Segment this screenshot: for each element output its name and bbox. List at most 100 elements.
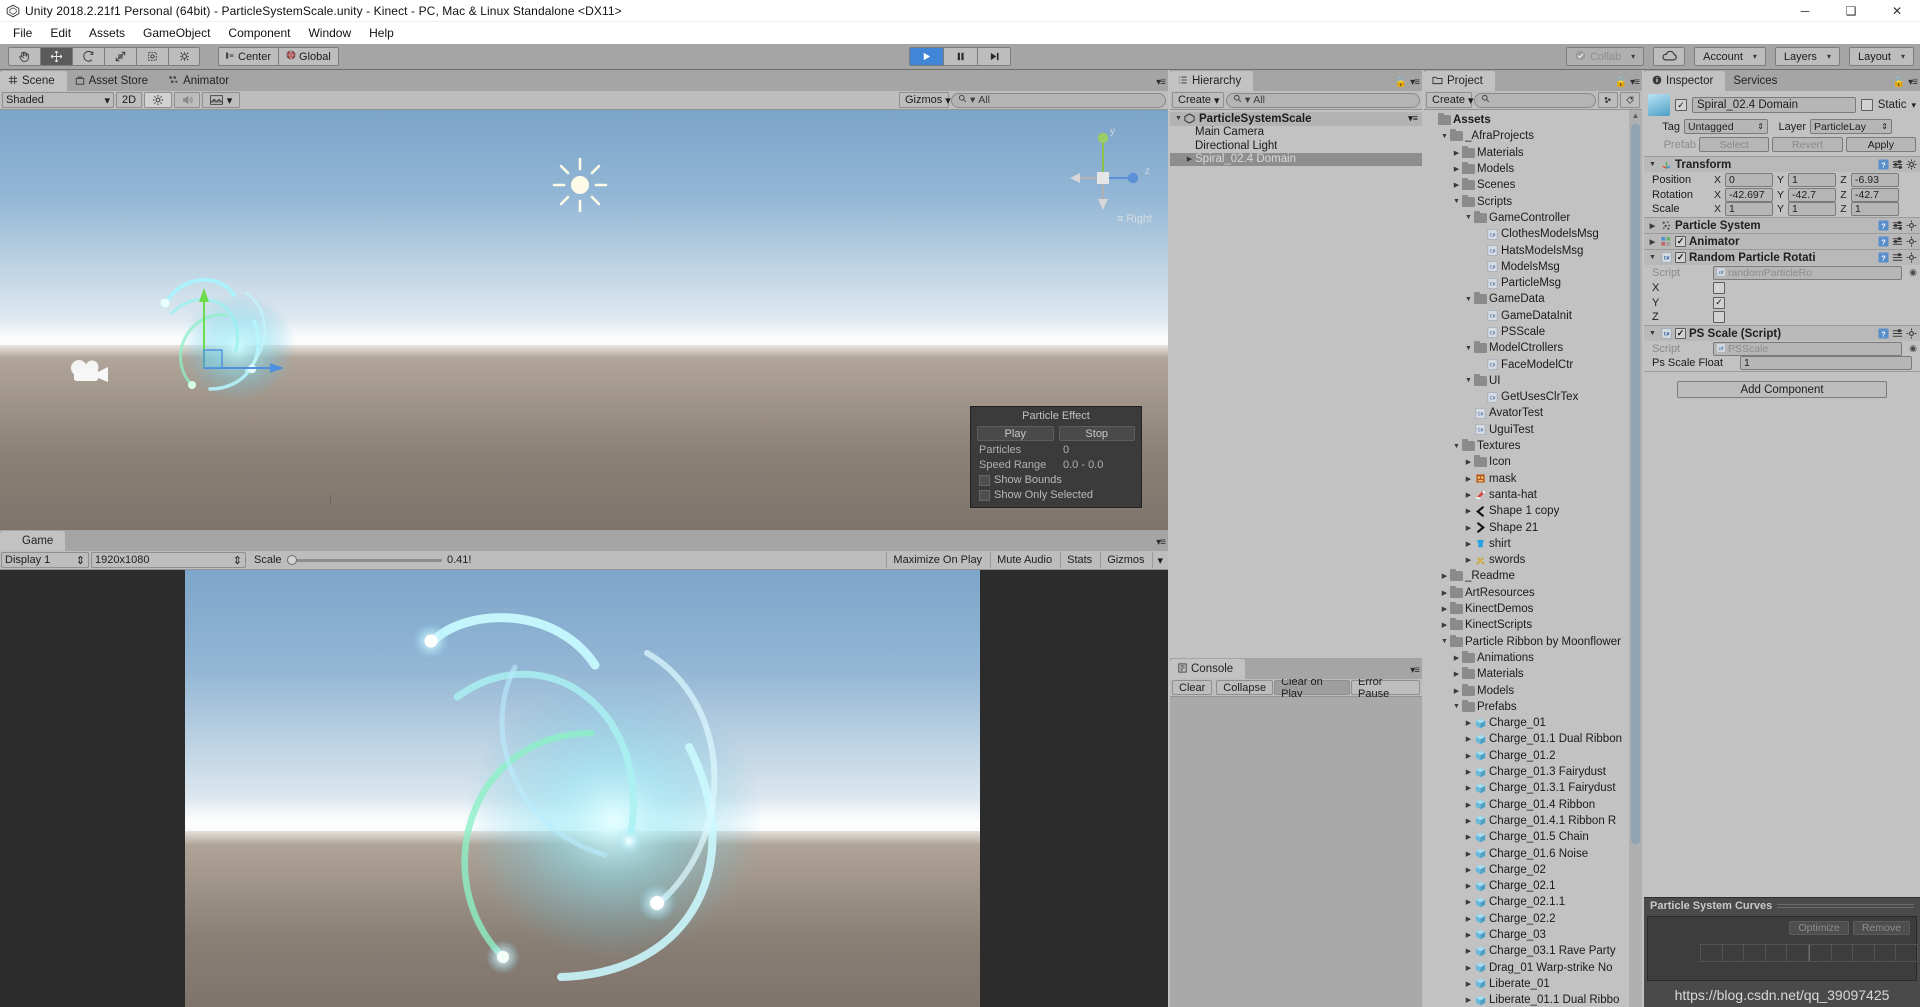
project-item-ui[interactable]: ▼UI [1425, 373, 1628, 389]
hierarchy-create-button[interactable]: Create ▾ [1172, 92, 1224, 108]
hierarchy-item-spiral-02-4-domain[interactable]: ▶Spiral_02.4 Domain [1170, 153, 1422, 167]
ps-scale-header[interactable]: ▼ C# ✓ PS Scale (Script) ? [1644, 326, 1920, 341]
project-item-charge-03[interactable]: ▶Charge_03 [1425, 927, 1628, 943]
project-item-charge-01-5-chain[interactable]: ▶Charge_01.5 Chain [1425, 829, 1628, 845]
particle-system-foldout-arrow[interactable]: ▶ [1647, 222, 1658, 230]
account-button[interactable]: Account ▾ [1694, 47, 1766, 66]
menu-help[interactable]: Help [360, 24, 403, 42]
foldout-arrow[interactable]: ▼ [1451, 198, 1462, 205]
help-icon[interactable]: ? [1878, 252, 1889, 263]
lock-icon[interactable]: 🔒 [1395, 77, 1407, 88]
foldout-arrow[interactable]: ▶ [1439, 621, 1450, 629]
foldout-arrow[interactable]: ▶ [1463, 784, 1474, 792]
console-message-list[interactable] [1170, 697, 1422, 1007]
project-item-textures[interactable]: ▼Textures [1425, 438, 1628, 454]
console-collapse-button[interactable]: Collapse [1216, 680, 1273, 695]
foldout-arrow[interactable]: ▶ [1463, 458, 1474, 466]
position-x-input[interactable]: 0 [1725, 173, 1773, 187]
foldout-arrow[interactable]: ▶ [1463, 556, 1474, 564]
foldout-arrow[interactable]: ▶ [1463, 719, 1474, 727]
show-only-selected-checkbox[interactable] [979, 490, 990, 501]
inspector-menu-icon[interactable]: ▾≡ [1908, 77, 1917, 88]
foldout-arrow[interactable]: ▶ [1463, 507, 1474, 515]
rotation-y-input[interactable]: -42.7 [1788, 188, 1836, 202]
rpr-x-checkbox[interactable] [1713, 282, 1725, 294]
rotation-x-input[interactable]: -42.697 [1725, 188, 1773, 202]
prefab-apply-button[interactable]: Apply [1846, 137, 1916, 152]
project-item-charge-02[interactable]: ▶Charge_02 [1425, 862, 1628, 878]
foldout-arrow[interactable]: ▶ [1463, 817, 1474, 825]
show-bounds-row[interactable]: Show Bounds [971, 471, 1141, 486]
rpr-script-picker-icon[interactable]: ◉ [1909, 267, 1917, 278]
foldout-arrow[interactable]: ▶ [1451, 165, 1462, 173]
foldout-arrow[interactable]: ▶ [1463, 931, 1474, 939]
preset-icon[interactable] [1892, 220, 1903, 231]
project-item--readme[interactable]: ▶_Readme [1425, 568, 1628, 584]
audio-toggle[interactable] [174, 92, 200, 108]
gear-icon[interactable] [1906, 159, 1917, 170]
project-scrollbar[interactable]: ▲ [1629, 110, 1642, 1007]
gizmos-dropdown-game[interactable]: ▾ [1152, 552, 1167, 568]
game-panel-tab-corner[interactable]: ▾≡ [1156, 537, 1165, 548]
resolution-dropdown[interactable]: 1920x1080 ⇕ [91, 552, 246, 568]
gear-icon[interactable] [1906, 328, 1917, 339]
gizmos-dropdown[interactable]: Gizmos ▾ [899, 92, 949, 108]
scale-slider-group[interactable]: Scale 0.41! [248, 554, 483, 566]
rpr-y-checkbox[interactable]: ✓ [1713, 297, 1725, 309]
console-menu-icon[interactable]: ▾≡ [1410, 665, 1419, 676]
play-button[interactable] [909, 47, 943, 66]
foldout-arrow[interactable]: ▶ [1451, 149, 1462, 157]
foldout-arrow[interactable]: ▼ [1439, 133, 1450, 140]
scene-viewport[interactable]: y z ≡ Right Particle Effect Play Stop [0, 110, 1168, 530]
add-component-button[interactable]: Add Component [1677, 381, 1887, 398]
scale-slider-track[interactable] [287, 559, 442, 562]
prefab-revert-button[interactable]: Revert [1772, 137, 1842, 152]
foldout-arrow[interactable]: ▶ [1463, 491, 1474, 499]
foldout-arrow[interactable]: ▼ [1463, 377, 1474, 384]
rpr-script-field[interactable]: c# randomParticleRo [1713, 266, 1902, 280]
particle-curves-body[interactable]: Optimize Remove [1647, 916, 1917, 981]
foldout-arrow[interactable]: ▶ [1463, 752, 1474, 760]
foldout-arrow[interactable]: ▼ [1451, 703, 1462, 710]
menu-gameobject[interactable]: GameObject [134, 24, 219, 42]
scene-panel-menu-icon[interactable]: ▾≡ [1156, 77, 1165, 88]
foldout-arrow[interactable]: ▶ [1463, 768, 1474, 776]
foldout-arrow[interactable]: ▼ [1439, 638, 1450, 645]
foldout-arrow[interactable]: ▶ [1451, 654, 1462, 662]
scene-search-input[interactable]: ▾ All [951, 93, 1166, 108]
tab-services[interactable]: Services [1725, 71, 1789, 91]
project-filter-type-button[interactable] [1598, 92, 1618, 108]
project-search-input[interactable] [1474, 93, 1596, 108]
two-d-toggle[interactable]: 2D [116, 92, 142, 108]
project-item-mask[interactable]: ▶mask [1425, 471, 1628, 487]
foldout-arrow[interactable]: ▶ [1439, 605, 1450, 613]
tab-scene[interactable]: Scene [0, 71, 67, 91]
pause-button[interactable] [943, 47, 977, 66]
foldout-arrow[interactable]: ▶ [1463, 915, 1474, 923]
project-item-artresources[interactable]: ▶ArtResources [1425, 585, 1628, 601]
project-item-kinectscripts[interactable]: ▶KinectScripts [1425, 617, 1628, 633]
hierarchy-menu-icon[interactable]: ▾≡ [1410, 77, 1419, 88]
static-checkbox[interactable] [1861, 99, 1873, 111]
project-item-psscale[interactable]: ▶C#PSScale [1425, 324, 1628, 340]
foldout-arrow[interactable]: ▶ [1439, 572, 1450, 580]
project-item-scenes[interactable]: ▶Scenes [1425, 177, 1628, 193]
prefab-select-button[interactable]: Select [1699, 137, 1769, 152]
ps-scale-script-picker-icon[interactable]: ◉ [1909, 343, 1917, 354]
foldout-arrow[interactable]: ▶ [1463, 475, 1474, 483]
project-item-shape-1-copy[interactable]: ▶Shape 1 copy [1425, 503, 1628, 519]
lighting-toggle[interactable] [144, 92, 172, 108]
foldout-arrow[interactable]: ▶ [1463, 833, 1474, 841]
minimize-button[interactable]: ─ [1782, 0, 1828, 22]
preset-icon[interactable] [1892, 328, 1903, 339]
project-item-santa-hat[interactable]: ▶santa-hat [1425, 487, 1628, 503]
scale-y-input[interactable]: 1 [1788, 202, 1836, 216]
transform-tool-button[interactable] [168, 47, 200, 66]
position-y-input[interactable]: 1 [1788, 173, 1836, 187]
project-item-shape-21[interactable]: ▶Shape 21 [1425, 519, 1628, 535]
menu-file[interactable]: File [4, 24, 41, 42]
project-item-assets[interactable]: ▶Assets [1425, 112, 1628, 128]
project-item-liberate-01-1-dual-ribbo[interactable]: ▶Liberate_01.1 Dual Ribbo [1425, 992, 1628, 1007]
project-tab-corner[interactable]: 🔒 ▾≡ [1615, 77, 1639, 88]
project-menu-icon[interactable]: ▾≡ [1630, 77, 1639, 88]
